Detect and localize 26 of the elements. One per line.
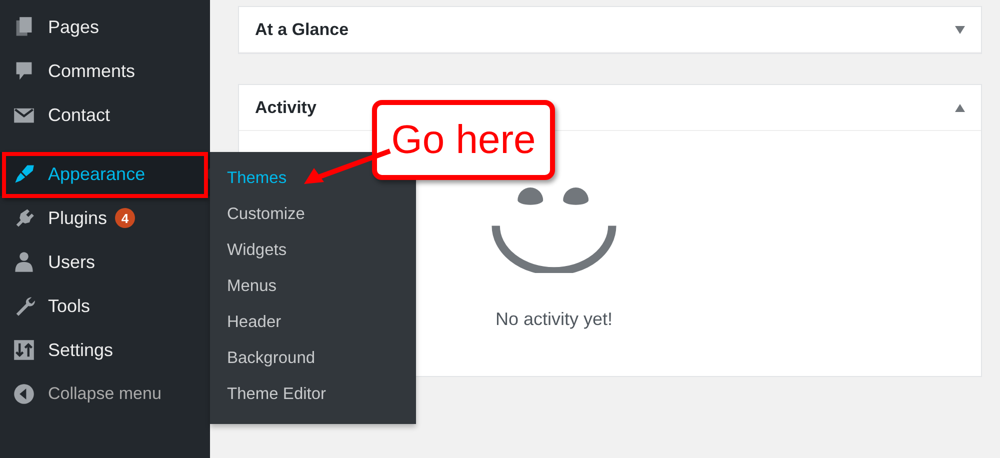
- submenu-item[interactable]: Header: [227, 304, 282, 340]
- menu-item[interactable]: Tools: [0, 284, 210, 328]
- widget-title: Activity: [255, 98, 316, 118]
- empty-message: No activity yet!: [495, 309, 613, 330]
- sliders-icon: [13, 339, 35, 361]
- menu-item[interactable]: Collapse menu: [0, 372, 210, 416]
- submenu-item[interactable]: Menus: [227, 268, 277, 304]
- widget-title: At a Glance: [255, 20, 349, 40]
- menu-item[interactable]: Pages: [0, 5, 210, 49]
- brush-icon: [13, 163, 35, 185]
- menu-item[interactable]: Comments: [0, 49, 210, 93]
- toggle-icon[interactable]: [955, 26, 965, 34]
- menu-item[interactable]: Users: [0, 240, 210, 284]
- submenu-item[interactable]: Theme Editor: [227, 376, 326, 412]
- collapse-icon: [13, 383, 35, 405]
- menu-item[interactable]: Settings: [0, 328, 210, 372]
- menu-item[interactable]: Plugins 4: [0, 196, 210, 240]
- submenu-item[interactable]: Themes: [227, 160, 287, 196]
- submenu-item[interactable]: Customize: [227, 196, 305, 232]
- menu-item[interactable]: Contact: [0, 93, 210, 137]
- submenu-item[interactable]: Widgets: [227, 232, 287, 268]
- update-count: 4: [115, 208, 136, 228]
- toggle-icon[interactable]: [955, 104, 965, 112]
- callout-label: Go here: [372, 100, 555, 180]
- submenu-item[interactable]: Background: [227, 340, 316, 376]
- user-icon: [13, 251, 35, 273]
